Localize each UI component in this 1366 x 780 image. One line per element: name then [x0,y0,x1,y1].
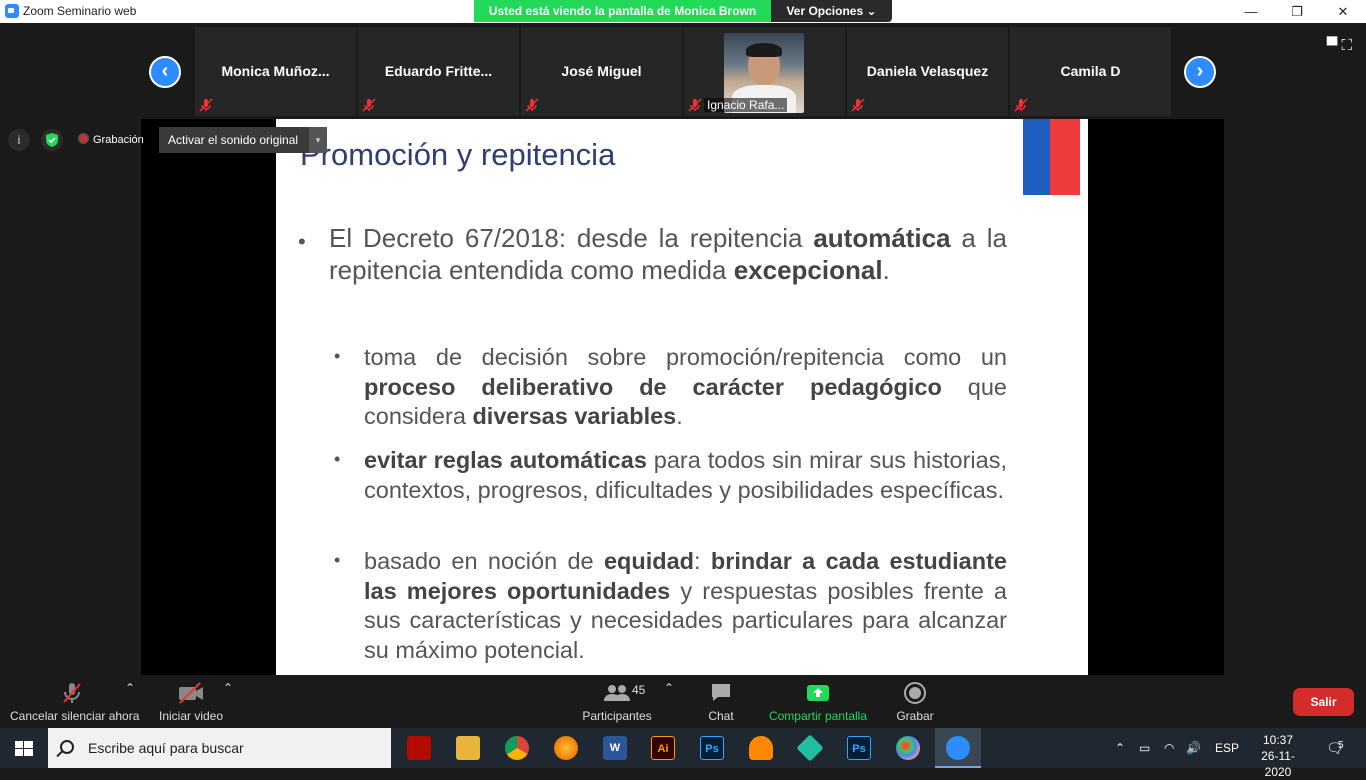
share-screen-button[interactable]: Compartir pantalla [768,681,868,723]
record-icon [904,682,926,704]
notification-count: 5 [1338,740,1344,751]
mic-muted-icon [199,98,213,112]
sub-bullet-text: evitar reglas automáticas para todos sin… [364,447,1007,503]
record-button[interactable]: Grabar [895,681,935,723]
file-explorer-icon[interactable] [456,736,480,760]
share-banner-text: Usted está viendo la pantalla de Monica … [474,0,771,22]
acrobat-icon[interactable] [407,736,431,760]
minimize-button[interactable]: — [1228,0,1274,23]
participant-name: Camila D [1060,63,1121,79]
mic-muted-icon [1014,98,1028,112]
search-placeholder: Escribe aquí para buscar [88,740,244,756]
filmora-icon[interactable] [796,734,824,762]
word-icon[interactable]: W [603,736,627,760]
windows-start-icon[interactable] [0,728,48,768]
language-indicator[interactable]: ESP [1215,728,1239,768]
gallery-prev-button[interactable]: ‹ [149,56,181,88]
zoom-app-icon [5,4,19,18]
meeting-toolbar: Cancelar silenciar ahora ⌃ Iniciar video… [0,675,1366,728]
clock-time: 10:37 [1262,733,1294,747]
participant-name: Eduardo Fritte... [384,63,493,79]
share-screen-icon [807,685,829,701]
volume-icon[interactable]: 🔊 [1186,728,1201,768]
presentation-slide: Promoción y repitencia • El Decreto 67/2… [276,119,1088,675]
sub-bullet-text: basado en noción de equidad: brindar a c… [364,548,1007,663]
chat-icon [712,684,730,701]
illustrator-icon[interactable]: Ai [651,736,675,760]
vlc-icon[interactable] [749,736,773,760]
unmute-button[interactable]: Cancelar silenciar ahora [10,681,139,723]
screen-share-banner: Usted está viendo la pantalla de Monica … [474,0,892,22]
participant-name: Monica Muñoz... [221,63,330,79]
main-bullet-text: El Decreto 67/2018: desde la repitencia … [329,223,1007,285]
shield-icon[interactable] [41,129,63,151]
bullet-dot: • [334,449,341,469]
recording-indicator: Grabación [78,133,144,146]
wifi-icon[interactable]: ◠ [1164,728,1174,768]
sub-bullet-text: toma de decisión sobre promoción/repiten… [364,344,1007,429]
original-sound-dropdown[interactable]: ▾ [309,127,327,153]
participant-tile[interactable]: Eduardo Fritte... [358,27,519,116]
participants-count: 45 [632,683,646,697]
tray-chevron-icon[interactable]: ⌃ [1115,728,1125,768]
search-icon [60,740,74,754]
participants-icon [604,685,630,701]
participant-tile[interactable]: Daniela Velasquez [847,27,1008,116]
participant-video-tile[interactable]: Ignacio Rafa... [684,27,845,116]
video-off-icon [179,682,203,704]
original-sound-button[interactable]: Activar el sonido original [159,127,309,153]
bullet-dot: • [334,346,341,366]
view-layout-icons[interactable]: ▀ ⛶ [1327,37,1352,54]
bullet-dot: • [334,550,341,570]
mic-muted-icon [688,98,702,112]
audio-options-caret[interactable]: ⌃ [125,681,135,695]
battery-icon[interactable]: ▭ [1139,728,1150,768]
participant-gallery-strip: ‹ Monica Muñoz... Eduardo Fritte... José… [0,23,1366,119]
info-icon[interactable]: i [8,129,30,151]
taskbar-search-box[interactable]: Escribe aquí para buscar [48,728,391,768]
video-options-caret[interactable]: ⌃ [223,681,233,695]
mic-muted-icon [362,98,376,112]
zoom-taskbar-button[interactable] [935,728,981,768]
participant-name: Daniela Velasquez [866,63,989,79]
chrome-icon[interactable] [505,736,529,760]
mic-muted-icon [851,98,865,112]
chat-button[interactable]: Chat [707,681,735,723]
close-button[interactable]: ✕ [1320,0,1366,23]
windows-taskbar: Escribe aquí para buscar W Ai Ps Ps ⌃ ▭ … [0,728,1366,779]
participant-tile[interactable]: José Miguel [521,27,682,116]
record-dot-icon [78,133,89,144]
taskbar-clock[interactable]: 10:37 26-11-2020 [1248,732,1308,780]
view-options-button[interactable]: Ver Opciones ⌄ [771,0,892,22]
photoshop-icon-2[interactable]: Ps [847,736,871,760]
mic-muted-icon [525,98,539,112]
paint-icon[interactable] [896,736,920,760]
restore-button[interactable]: ❐ [1274,0,1320,23]
photoshop-icon[interactable]: Ps [700,736,724,760]
leave-button[interactable]: Salir [1293,688,1354,716]
mic-muted-icon [63,683,81,703]
participant-tile[interactable]: Camila D [1010,27,1171,116]
participant-name: Ignacio Rafa... [704,98,788,112]
firefox-icon[interactable] [554,736,578,760]
participant-name: José Miguel [561,63,642,79]
start-video-button[interactable]: Iniciar video [158,681,224,723]
gallery-next-button[interactable]: › [1184,56,1216,88]
participants-options-caret[interactable]: ⌃ [664,681,674,695]
bullet-dot: • [298,229,306,254]
slide-title: Promoción y repitencia [300,137,616,172]
clock-date: 26-11-2020 [1261,749,1295,779]
participant-tile[interactable]: Monica Muñoz... [195,27,356,116]
window-title: Zoom Seminario web [23,4,137,18]
zoom-icon [946,736,970,760]
shared-screen-area: Promoción y repitencia • El Decreto 67/2… [141,119,1224,675]
chile-flag-decoration [1023,119,1080,195]
